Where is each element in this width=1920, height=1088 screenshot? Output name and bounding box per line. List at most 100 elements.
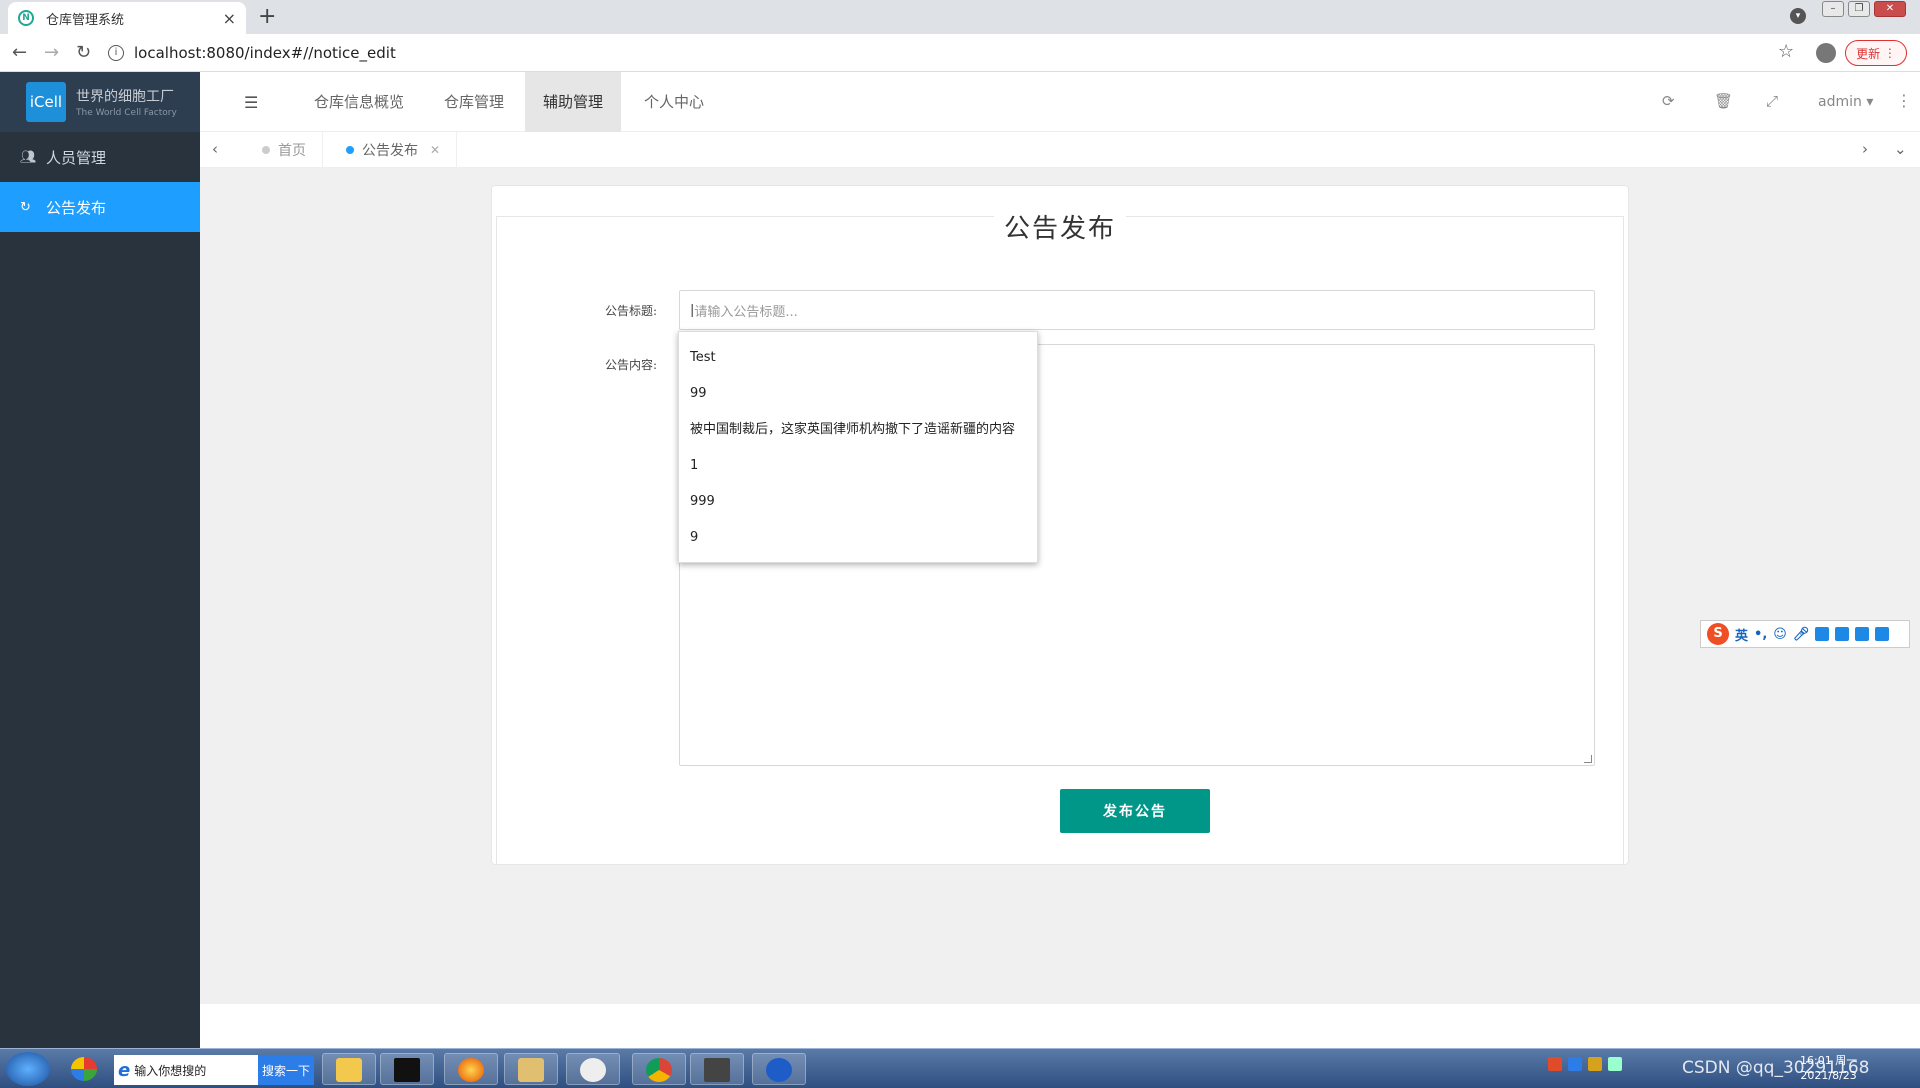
os-taskbar: e 输入你想搜的 搜索一下 CSDN @qq_30291168 16:01 周一…: [0, 1048, 1920, 1088]
explorer-folder-icon[interactable]: [322, 1053, 376, 1085]
site-info-icon[interactable]: i: [108, 45, 124, 61]
reload-icon[interactable]: ↻: [76, 42, 91, 63]
page-tabs-bar: ‹ 首页 公告发布 ✕ › ⌄: [200, 132, 1920, 168]
more-icon[interactable]: ⋮: [1896, 91, 1912, 110]
clock-time: 16:01 周一: [1800, 1054, 1858, 1067]
intellij-icon[interactable]: [380, 1053, 434, 1085]
360-app-icon[interactable]: [58, 1053, 110, 1085]
resize-grip-icon[interactable]: [1584, 755, 1592, 763]
taskbar-search-placeholder: 输入你想搜的: [134, 1063, 207, 1078]
bookmark-star-icon[interactable]: ☆: [1778, 41, 1794, 62]
system-clock[interactable]: 16:01 周一 2021/8/23: [1800, 1053, 1857, 1083]
notice-title-input[interactable]: | 请输入公告标题...: [679, 290, 1595, 330]
site-favicon-icon: N: [18, 10, 34, 26]
notice-form-card: 公告发布 公告标题: | 请输入公告标题... 公告内容: 发布公告: [491, 185, 1629, 865]
nav-personal[interactable]: 个人中心: [626, 72, 722, 132]
taskbar-search-input[interactable]: e 输入你想搜的: [114, 1055, 258, 1085]
publish-button[interactable]: 发布公告: [1060, 789, 1210, 833]
network-tray-icon[interactable]: [1608, 1057, 1622, 1071]
browser-tabstrip: N 仓库管理系统 × + ▾ – ❐ ✕: [0, 0, 1920, 34]
terminal-icon[interactable]: [690, 1053, 744, 1085]
sidebar-item-personnel[interactable]: 👥︎ 人员管理: [0, 132, 200, 182]
trash-icon[interactable]: 🗑︎: [1714, 92, 1733, 110]
sidebar-item-notice[interactable]: ↻ 公告发布: [0, 182, 200, 232]
sidebar: iCell 世界的细胞工厂 The World Cell Factory 👥︎ …: [0, 72, 200, 1048]
nav-auxiliary[interactable]: 辅助管理: [525, 72, 622, 132]
page-footer: [200, 1004, 1920, 1048]
autocomplete-item[interactable]: 1: [679, 448, 1037, 484]
content-label: 公告内容:: [605, 358, 658, 372]
browser-tab[interactable]: N 仓库管理系统 ×: [8, 2, 246, 34]
forward-icon[interactable]: →: [44, 42, 59, 63]
chrome-icon[interactable]: [632, 1053, 686, 1085]
tab-notice[interactable]: 公告发布 ✕: [330, 132, 458, 168]
top-header: ☰ 仓库信息概览 仓库管理 辅助管理 个人中心 ⟳ 🗑︎ ⤢ admin ▾ ⋮: [200, 72, 1920, 132]
keyboard-icon[interactable]: [1815, 627, 1830, 641]
tabs-next-icon[interactable]: ›: [1862, 140, 1868, 158]
profile-avatar-icon[interactable]: [1816, 43, 1836, 63]
tabs-prev-icon[interactable]: ‹: [212, 140, 218, 158]
punctuation-icon[interactable]: •,: [1754, 627, 1767, 642]
title-label: 公告标题:: [605, 304, 658, 318]
system-tray: [1548, 1057, 1622, 1071]
update-button[interactable]: 更新 ⋮: [1845, 40, 1907, 66]
title-placeholder: 请输入公告标题...: [694, 304, 798, 320]
tab-home[interactable]: 首页: [246, 132, 323, 168]
fullscreen-icon[interactable]: ⤢: [1766, 92, 1778, 110]
sidebar-item-label: 人员管理: [46, 148, 107, 167]
sogou-logo-icon[interactable]: S: [1707, 623, 1729, 645]
autocomplete-item[interactable]: 被中国制裁后，这家英国律师机构撤下了造谣新疆的内容: [679, 412, 1037, 448]
tab-close-icon[interactable]: ✕: [430, 143, 440, 157]
autocomplete-item[interactable]: 99: [679, 376, 1037, 412]
info-app-icon[interactable]: [752, 1053, 806, 1085]
users-icon: 👥︎: [20, 149, 37, 165]
logo: iCell 世界的细胞工厂 The World Cell Factory: [0, 72, 200, 132]
ie-icon: e: [118, 1059, 131, 1081]
help-tray-icon[interactable]: [1568, 1057, 1582, 1071]
browser-toolbar: ← → ↻ i localhost:8080/index#//notice_ed…: [0, 34, 1920, 72]
tab-search-icon[interactable]: ▾: [1790, 8, 1806, 24]
main-content: 公告发布 公告标题: | 请输入公告标题... 公告内容: 发布公告 Test 9…: [200, 168, 1920, 1004]
sogou-tray-icon[interactable]: [1548, 1057, 1562, 1071]
nav-warehouse[interactable]: 仓库管理: [426, 72, 522, 132]
file-manager-icon[interactable]: [504, 1053, 558, 1085]
menu-toggle-icon[interactable]: ☰: [244, 93, 258, 112]
address-bar[interactable]: i localhost:8080/index#//notice_edit: [108, 38, 1788, 68]
media-player-icon[interactable]: [566, 1053, 620, 1085]
logo-title: 世界的细胞工厂: [76, 89, 174, 105]
minimize-icon[interactable]: –: [1822, 1, 1844, 17]
restore-icon[interactable]: ❐: [1848, 1, 1870, 17]
ime-mode[interactable]: 英: [1735, 625, 1748, 644]
tab-dot-icon: [346, 146, 354, 154]
close-tab-icon[interactable]: ×: [223, 9, 236, 28]
grid-menu-icon[interactable]: [1875, 627, 1890, 641]
autocomplete-dropdown: Test 99 被中国制裁后，这家英国律师机构撤下了造谣新疆的内容 1 999 …: [678, 331, 1038, 563]
window-close-icon[interactable]: ✕: [1874, 1, 1906, 17]
update-label: 更新: [1856, 46, 1881, 61]
username: admin: [1818, 94, 1862, 110]
battery-tray-icon[interactable]: [1588, 1057, 1602, 1071]
logo-subtitle: The World Cell Factory: [76, 108, 177, 118]
skin-icon[interactable]: [1855, 627, 1870, 641]
clock-date: 2021/8/23: [1800, 1069, 1857, 1082]
microphone-icon[interactable]: 🎤︎: [1793, 627, 1810, 642]
firefox-icon[interactable]: [444, 1053, 498, 1085]
tab-home-label: 首页: [278, 143, 306, 159]
start-button-icon[interactable]: [6, 1052, 50, 1086]
taskbar-search-button[interactable]: 搜索一下: [258, 1055, 314, 1085]
window-controls: – ❐ ✕: [1822, 1, 1906, 17]
url-text: localhost:8080/index#//notice_edit: [134, 44, 396, 62]
user-icon[interactable]: [1835, 627, 1850, 641]
page-title: 公告发布: [993, 214, 1126, 244]
refresh-icon[interactable]: ⟳: [1662, 92, 1675, 110]
emoji-icon[interactable]: ☺: [1773, 627, 1787, 642]
refresh-icon: ↻: [20, 199, 31, 215]
nav-overview[interactable]: 仓库信息概览: [296, 72, 422, 132]
autocomplete-item[interactable]: 9: [679, 520, 1037, 556]
autocomplete-item[interactable]: 999: [679, 484, 1037, 520]
user-menu[interactable]: admin ▾: [1818, 72, 1873, 132]
tabs-dropdown-icon[interactable]: ⌄: [1894, 140, 1907, 158]
new-tab-icon[interactable]: +: [258, 4, 276, 29]
autocomplete-item[interactable]: Test: [679, 340, 1037, 376]
back-icon[interactable]: ←: [12, 42, 27, 63]
